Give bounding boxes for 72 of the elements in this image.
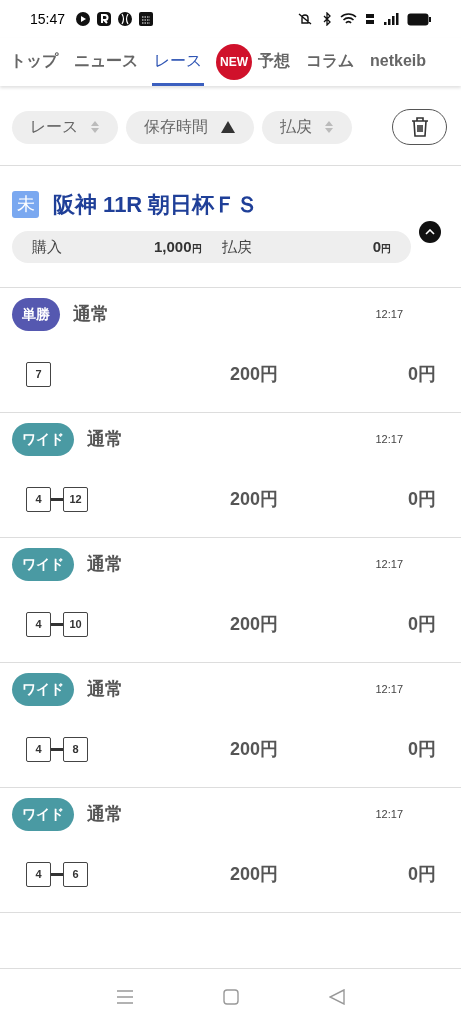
horse-number: 12	[63, 487, 88, 512]
bet-time: 12:17	[375, 307, 403, 323]
clock-time: 15:47	[30, 9, 66, 29]
trash-icon	[409, 116, 430, 138]
summary-amount: 0	[372, 236, 381, 257]
horse-number: 4	[26, 487, 51, 512]
sort-ascending-icon	[220, 120, 236, 134]
back-icon[interactable]	[328, 988, 345, 1005]
horse-number: 4	[26, 612, 51, 637]
battery-icon	[407, 12, 431, 26]
bet-time: 12:17	[375, 557, 403, 573]
bet-time: 12:17	[375, 682, 403, 698]
mute-icon	[296, 12, 314, 26]
race-title: 阪神 11R 朝日杯ＦＳ	[53, 191, 259, 219]
summary-label: 払戻	[221, 236, 252, 257]
sort-chip[interactable]: レース	[12, 110, 118, 144]
horse-number: 10	[63, 612, 88, 637]
ball-icon	[118, 12, 133, 26]
nav-tab[interactable]: netkeib	[368, 38, 428, 86]
bet-method: 通常	[87, 678, 123, 701]
play-icon	[76, 12, 91, 26]
payout-amount: 0円	[408, 488, 436, 511]
stake-amount: 200円	[230, 613, 279, 636]
volte-icon	[365, 12, 375, 26]
sort-icon	[324, 120, 334, 134]
bet-type-badge: 単勝	[12, 298, 60, 331]
bet-time: 12:17	[375, 432, 403, 448]
yen-unit: 円	[381, 241, 391, 256]
payout-amount: 0円	[408, 863, 436, 886]
wifi-icon	[340, 12, 357, 26]
calendar-icon	[139, 12, 154, 26]
sort-icon	[90, 120, 100, 134]
summary-amount: 1,000	[153, 236, 192, 257]
yen-unit: 円	[191, 241, 202, 256]
stake-amount: 200円	[230, 738, 279, 761]
sort-chip[interactable]: 払戻	[262, 110, 352, 144]
stake-amount: 200円	[230, 488, 279, 511]
payout-amount: 0円	[408, 363, 436, 386]
collapse-button[interactable]	[419, 221, 441, 243]
payout-amount: 0円	[408, 613, 436, 636]
home-icon[interactable]	[222, 988, 239, 1005]
bet-type-badge: ワイド	[12, 798, 74, 831]
chevron-up-icon	[425, 229, 435, 235]
app-icon	[97, 12, 112, 26]
nav-tab[interactable]: トップ	[8, 38, 60, 86]
bluetooth-icon	[322, 12, 332, 26]
new-badge: NEW	[216, 44, 252, 80]
bet-method: 通常	[87, 428, 123, 451]
stake-amount: 200円	[230, 363, 279, 386]
menu-icon[interactable]	[116, 988, 133, 1005]
stake-amount: 200円	[230, 863, 279, 886]
bet-method: 通常	[87, 803, 123, 826]
bet-method: 通常	[73, 303, 109, 326]
horse-number: 8	[63, 737, 88, 762]
bet-type-badge: ワイド	[12, 423, 74, 456]
horse-number: 6	[63, 862, 88, 887]
bet-method: 通常	[87, 553, 123, 576]
horse-number: 7	[26, 362, 51, 387]
payout-amount: 0円	[408, 738, 436, 761]
horse-number: 4	[26, 737, 51, 762]
nav-tab[interactable]: レース	[152, 38, 204, 86]
signal-icon	[383, 12, 399, 26]
summary-label: 購入	[32, 236, 62, 257]
status-badge: 未	[12, 191, 39, 218]
horse-number: 4	[26, 862, 51, 887]
nav-tab[interactable]: コラム	[304, 38, 356, 86]
bet-type-badge: ワイド	[12, 673, 74, 706]
bet-type-badge: ワイド	[12, 548, 74, 581]
sort-chip[interactable]: 保存時間	[126, 110, 254, 144]
nav-tab[interactable]: 予想	[256, 38, 292, 86]
nav-tab[interactable]: ニュース	[72, 38, 140, 86]
bet-time: 12:17	[375, 807, 403, 823]
